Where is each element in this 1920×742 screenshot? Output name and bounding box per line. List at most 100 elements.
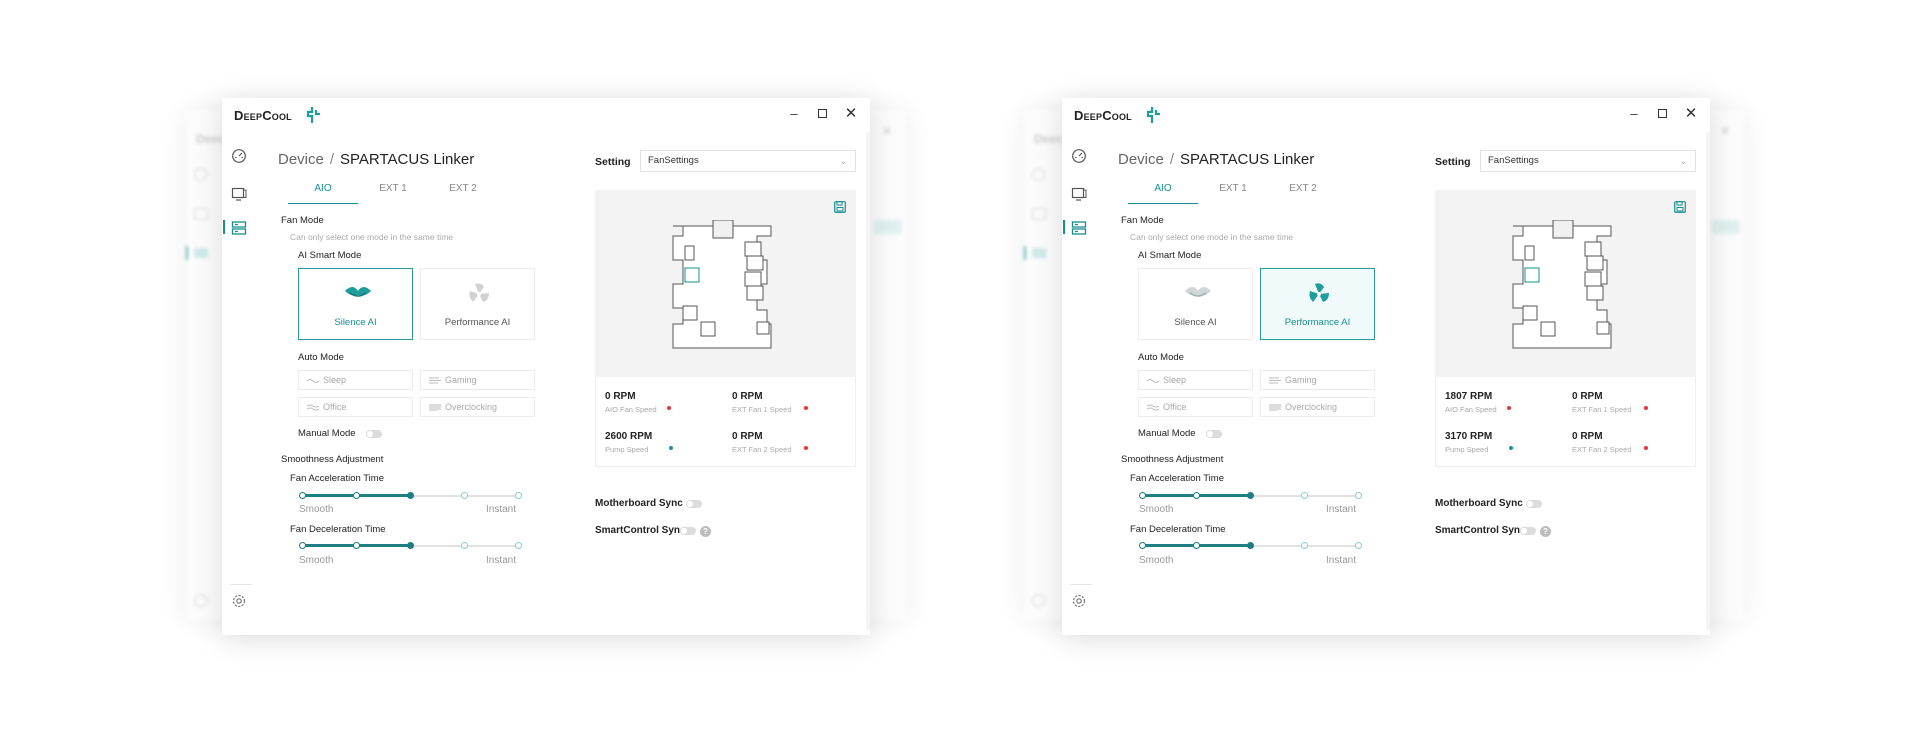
tab-ext-1[interactable]: EXT 1 xyxy=(358,180,428,204)
ai-smart-mode-label: AI Smart Mode xyxy=(1138,250,1202,261)
slider-step[interactable] xyxy=(353,542,360,549)
slider-step[interactable] xyxy=(515,542,522,549)
fan-acceleration-slider[interactable] xyxy=(299,492,522,500)
help-icon[interactable]: ? xyxy=(1540,526,1551,537)
office-mode-button[interactable]: Office xyxy=(298,397,413,417)
minimize-icon[interactable]: – xyxy=(1626,106,1642,122)
slider-step[interactable] xyxy=(299,492,306,499)
ghost-active-bar xyxy=(1024,246,1026,260)
slider-step[interactable] xyxy=(1139,492,1146,499)
ext-fan-2-status-dot xyxy=(1644,446,1648,450)
stage: Deeᴄ ✕ Deeᴄ ✕ DeepCool – ✕ Device / SPAR… xyxy=(0,0,1920,742)
slider-step[interactable] xyxy=(1139,542,1146,549)
sleep-mode-button[interactable]: Sleep xyxy=(298,370,413,390)
fan-deceleration-slider[interactable] xyxy=(1139,542,1362,550)
display-icon[interactable] xyxy=(231,186,247,202)
fan-speed-stats: 0 RPM AIO Fan Speed 0 RPM EXT Fan 1 Spee… xyxy=(595,377,856,467)
ghost-tile xyxy=(874,220,902,234)
fan-acceleration-slider[interactable] xyxy=(1139,492,1362,500)
settings-gear-icon[interactable] xyxy=(1071,593,1087,609)
performance-ai-card[interactable]: Performance AI xyxy=(420,268,535,340)
motherboard-sync-toggle[interactable] xyxy=(686,500,702,508)
slider-step[interactable] xyxy=(1193,492,1200,499)
tab-aio[interactable]: AIO xyxy=(288,180,358,204)
setting-select-value: FanSettings xyxy=(648,155,699,166)
slider-step[interactable] xyxy=(1247,492,1254,499)
slider-step[interactable] xyxy=(407,542,414,549)
content-area: Device / SPARTACUS Linker AIO EXT 1 EXT 2 … xyxy=(1106,132,1710,630)
ext-fan-1-label: EXT Fan 1 Speed xyxy=(1572,405,1632,414)
overclocking-mode-label: Overclocking xyxy=(445,402,498,412)
office-mode-label: Office xyxy=(1163,402,1187,412)
setting-select[interactable]: FanSettings ⌄ xyxy=(640,150,856,172)
setting-select[interactable]: FanSettings ⌄ xyxy=(1480,150,1696,172)
save-icon[interactable] xyxy=(834,201,846,213)
motherboard-sync-toggle[interactable] xyxy=(1526,500,1542,508)
device-visualization xyxy=(1435,190,1696,377)
gaming-mode-label: Gaming xyxy=(445,375,477,385)
maximize-icon[interactable] xyxy=(814,106,830,122)
help-icon[interactable]: ? xyxy=(700,526,711,537)
slider-step[interactable] xyxy=(515,492,522,499)
overclocking-icon xyxy=(429,404,441,411)
device-panel: Device / SPARTACUS Linker AIO EXT 1 EXT 2 … xyxy=(266,132,866,630)
slider-step[interactable] xyxy=(1355,492,1362,499)
logo-mark-icon xyxy=(306,107,320,123)
aio-fan-rpm: 0 RPM xyxy=(605,391,636,402)
slider-step[interactable] xyxy=(353,492,360,499)
slider-step[interactable] xyxy=(1301,492,1308,499)
manual-mode-toggle[interactable] xyxy=(366,430,382,438)
slider-step[interactable] xyxy=(1247,542,1254,549)
minimize-icon[interactable]: – xyxy=(786,106,802,122)
slider-step[interactable] xyxy=(299,542,306,549)
gaming-mode-button[interactable]: Gaming xyxy=(1260,370,1375,390)
sleep-mode-button[interactable]: Sleep xyxy=(1138,370,1253,390)
slider-step[interactable] xyxy=(1193,542,1200,549)
ghost-device-icon xyxy=(194,248,208,258)
slider-step[interactable] xyxy=(461,542,468,549)
maximize-icon[interactable] xyxy=(1654,106,1670,122)
breadcrumb-separator: / xyxy=(329,151,335,168)
ext-fan-1-speed-stat: 0 RPM EXT Fan 1 Speed xyxy=(732,391,808,414)
title-bar[interactable]: DeepCool – ✕ xyxy=(222,98,870,132)
breadcrumb-root[interactable]: Device xyxy=(278,151,324,168)
ext-fan-2-status-dot xyxy=(804,446,808,450)
overclocking-mode-button[interactable]: Overclocking xyxy=(1260,397,1375,417)
slider-step[interactable] xyxy=(407,492,414,499)
overclocking-mode-button[interactable]: Overclocking xyxy=(420,397,535,417)
slider-step[interactable] xyxy=(461,492,468,499)
display-icon[interactable] xyxy=(1071,186,1087,202)
motherboard-sync-label: Motherboard Sync xyxy=(595,498,683,509)
slider-step[interactable] xyxy=(1301,542,1308,549)
app-logo: DeepCool xyxy=(1074,108,1132,123)
office-mode-button[interactable]: Office xyxy=(1138,397,1253,417)
silence-ai-card[interactable]: Silence AI xyxy=(298,268,413,340)
dashboard-icon[interactable] xyxy=(231,148,247,164)
device-list-icon[interactable] xyxy=(1071,220,1087,236)
pump-speed-label: Pump Speed xyxy=(605,445,649,454)
silence-ai-card[interactable]: Silence AI xyxy=(1138,268,1253,340)
performance-ai-card[interactable]: Performance AI xyxy=(1260,268,1375,340)
dashboard-icon[interactable] xyxy=(1071,148,1087,164)
overclocking-icon xyxy=(1269,404,1281,411)
smartcontrol-sync-toggle[interactable] xyxy=(680,527,696,535)
pump-status-dot xyxy=(1509,446,1513,450)
tab-ext-1[interactable]: EXT 1 xyxy=(1198,180,1268,204)
device-list-icon[interactable] xyxy=(231,220,247,236)
close-icon[interactable]: ✕ xyxy=(843,106,859,122)
smartcontrol-sync-toggle[interactable] xyxy=(1520,527,1536,535)
silence-ai-label: Silence AI xyxy=(334,317,377,328)
save-icon[interactable] xyxy=(1674,201,1686,213)
tab-ext-2[interactable]: EXT 2 xyxy=(1268,180,1338,204)
settings-gear-icon[interactable] xyxy=(231,593,247,609)
breadcrumb-root[interactable]: Device xyxy=(1118,151,1164,168)
manual-mode-toggle[interactable] xyxy=(1206,430,1222,438)
fan-deceleration-slider[interactable] xyxy=(299,542,522,550)
gaming-icon xyxy=(429,377,441,384)
gaming-mode-button[interactable]: Gaming xyxy=(420,370,535,390)
tab-aio[interactable]: AIO xyxy=(1128,180,1198,204)
tab-ext-2[interactable]: EXT 2 xyxy=(428,180,498,204)
slider-step[interactable] xyxy=(1355,542,1362,549)
close-icon[interactable]: ✕ xyxy=(1683,106,1699,122)
title-bar[interactable]: DeepCool – ✕ xyxy=(1062,98,1710,132)
